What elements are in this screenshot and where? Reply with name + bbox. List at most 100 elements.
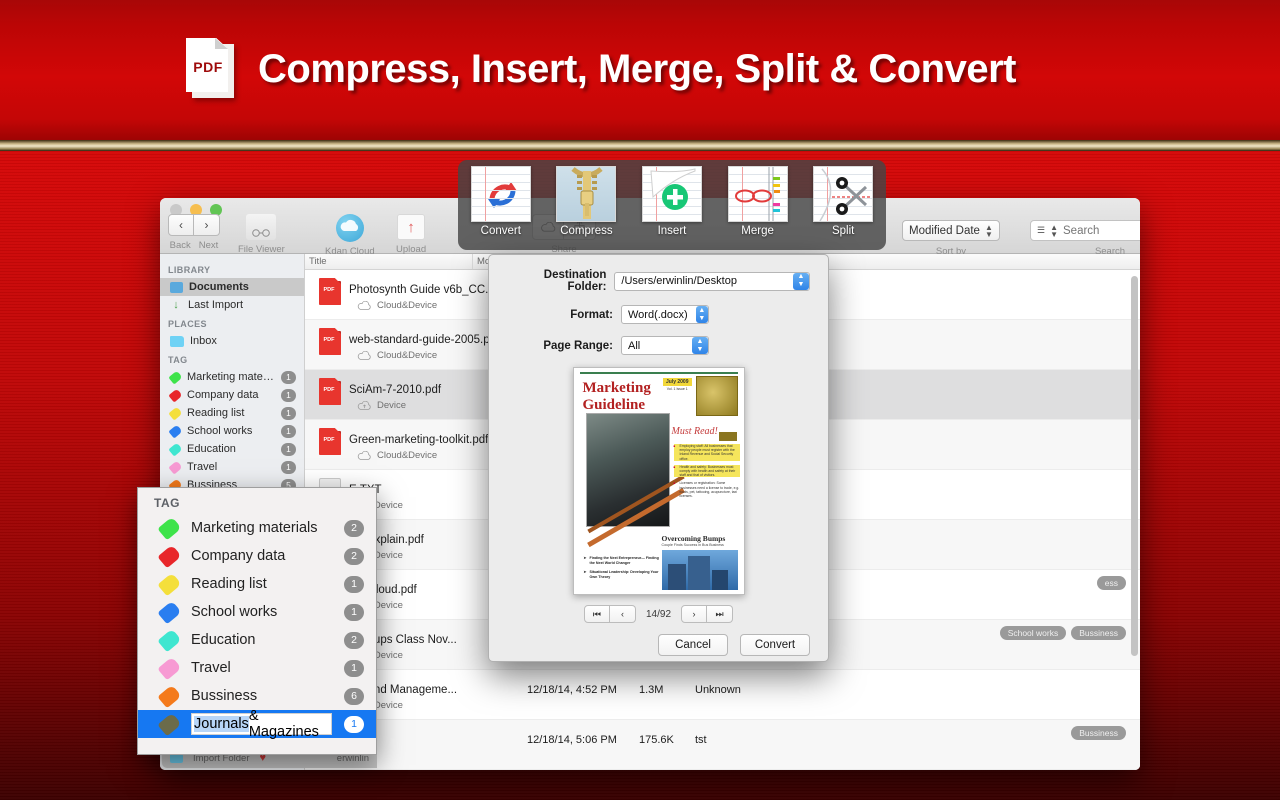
file-size: 1.3M <box>639 684 664 696</box>
preview-date-line1: July 2009 <box>662 378 692 386</box>
tag-count-badge: 1 <box>281 424 296 438</box>
sidebar-item-documents[interactable]: Documents <box>160 278 304 296</box>
action-compress[interactable]: Compress <box>550 166 622 237</box>
sidebar-item-label: Travel <box>187 461 218 473</box>
table-row[interactable]: PDF .pdf 12/18/14, 5:06 PM 175.6K tst Bu… <box>305 720 1140 770</box>
tag-count-badge: 2 <box>344 631 364 649</box>
sidebar-item-last-import[interactable]: ↓ Last Import <box>160 296 304 314</box>
chain-link-icon <box>734 167 780 221</box>
table-row[interactable]: PDF hip and Manageme... 12/18/14, 4:52 P… <box>305 670 1140 720</box>
storage-label: Cloud&Device <box>377 300 438 311</box>
upload-group[interactable]: ↑ Upload <box>396 214 426 255</box>
tag-popup-item-company-data[interactable]: Company data 2 <box>138 542 376 570</box>
page-range-row: Page Range: All ▲ ▼ <box>507 336 810 355</box>
preview-arrow-text: Situational Leadership: Developing Your … <box>589 570 659 579</box>
search-input[interactable] <box>1063 224 1140 237</box>
plus-circle-icon <box>661 184 688 210</box>
sort-by-value: Modified Date <box>909 224 980 237</box>
sort-by-group[interactable]: Modified Date ▲ ▼ Sort by <box>902 220 1000 257</box>
tag-icon <box>157 712 182 736</box>
vertical-scrollbar[interactable] <box>1131 272 1138 742</box>
tag-icon <box>168 388 183 402</box>
format-value: Word(.docx) <box>628 308 688 321</box>
tag-count-badge: 1 <box>281 442 296 456</box>
first-page-icon[interactable]: ⏮ <box>583 605 610 623</box>
action-convert[interactable]: Convert <box>465 166 537 237</box>
tag-popup-item-travel[interactable]: Travel 1 <box>138 654 376 682</box>
file-storage: Cloud&Device <box>357 450 437 461</box>
forward-button[interactable]: › <box>194 214 220 236</box>
cancel-button[interactable]: Cancel <box>658 634 728 656</box>
preview-title: Marketing Guideline <box>583 380 651 414</box>
device-icon <box>357 400 371 410</box>
sidebar-item-inbox[interactable]: Inbox <box>160 332 304 350</box>
destination-folder-label: Destination Folder: <box>543 269 607 293</box>
destination-folder-select[interactable]: /Users/erwinlin/Desktop ▲ ▼ <box>614 271 810 291</box>
sidebar-item-company-data[interactable]: Company data 1 <box>160 386 304 404</box>
convert-dialog: Destination Folder: /Users/erwinlin/Desk… <box>488 254 829 662</box>
search-group[interactable]: ☰ ▲ ▼ Search <box>1030 220 1140 257</box>
tag-popup-item-reading-list[interactable]: Reading list 1 <box>138 570 376 598</box>
pager-next-group[interactable]: › ⏭ <box>681 605 734 623</box>
cloud-icon <box>357 300 371 310</box>
sidebar-item-label: Company data <box>187 389 259 401</box>
tag-popup-item-education[interactable]: Education 2 <box>138 626 376 654</box>
tag-rename-input[interactable]: Journals & Magazines <box>191 708 332 740</box>
sidebar-section-tag: TAG <box>168 355 188 365</box>
pdf-page-preview[interactable]: Marketing Guideline July 2009 Vol. 1 Iss… <box>572 367 745 595</box>
chevron-updown-icon: ▲ ▼ <box>793 272 809 290</box>
sidebar-item-reading-list[interactable]: Reading list 1 <box>160 404 304 422</box>
tag-pill: Bussiness <box>1071 626 1126 640</box>
page-range-select[interactable]: All ▲ ▼ <box>621 336 709 355</box>
back-button[interactable]: ‹ <box>168 214 194 236</box>
tag-icon <box>168 460 183 474</box>
action-split[interactable]: Split <box>807 166 879 237</box>
column-title[interactable]: Title <box>305 254 473 269</box>
tag-label: Bussiness <box>191 688 258 704</box>
action-insert[interactable]: Insert <box>636 166 708 237</box>
storage-label: Cloud&Device <box>377 450 438 461</box>
pdf-badge-label: PDF <box>193 59 223 75</box>
tag-popup-item-editing[interactable]: Journals & Magazines 1 <box>138 708 376 740</box>
sidebar-section-library: LIBRARY <box>168 265 211 275</box>
preview-section-sub: Couple Finds Success in Bus Business <box>661 543 724 547</box>
convert-button[interactable]: Convert <box>740 634 810 656</box>
scrollbar-thumb[interactable] <box>1131 276 1138 656</box>
last-page-icon[interactable]: ⏭ <box>707 605 734 623</box>
pager-prev-group[interactable]: ⏮ ‹ <box>583 605 636 623</box>
sidebar-item-label: School works <box>187 425 253 437</box>
search-input-wrapper[interactable]: ☰ ▲ ▼ <box>1030 220 1140 241</box>
tag-count-badge: 1 <box>281 370 296 384</box>
sort-by-dropdown[interactable]: Modified Date ▲ ▼ <box>902 220 1000 241</box>
file-size: 175.6K <box>639 734 674 746</box>
search-scope-icon[interactable]: ☰ <box>1037 225 1045 236</box>
merge-thumbnail <box>727 166 788 222</box>
sidebar-item-marketing-materials[interactable]: Marketing materials 1 <box>160 368 304 386</box>
tag-icon <box>157 544 182 568</box>
preview-bullet: Licenses or registration: Some businesse… <box>674 481 740 498</box>
tag-icon <box>157 572 182 596</box>
page-range-label: Page Range: <box>543 339 613 352</box>
format-select[interactable]: Word(.docx) ▲ ▼ <box>621 305 709 324</box>
tag-pill: School works <box>999 626 1067 640</box>
preview-arrow-item: ➤ Situational Leadership: Developing You… <box>584 570 662 579</box>
tag-popup-item-bussiness[interactable]: Bussiness 6 <box>138 682 376 710</box>
next-page-icon[interactable]: › <box>681 605 708 623</box>
tag-popup-item-school-works[interactable]: School works 1 <box>138 598 376 626</box>
sidebar-item-travel[interactable]: Travel 1 <box>160 458 304 476</box>
preview-issue-date: July 2009 Vol. 1 Issue 1 <box>662 378 692 391</box>
preview-section-heading: Overcoming Bumps <box>661 534 726 543</box>
preview-photo <box>585 413 685 548</box>
file-kind: Unknown <box>695 684 741 696</box>
action-merge[interactable]: Merge <box>722 166 794 237</box>
sidebar-item-education[interactable]: Education 1 <box>160 440 304 458</box>
kdan-cloud-group[interactable]: Kdan Cloud <box>325 214 375 257</box>
prev-page-icon[interactable]: ‹ <box>609 605 636 623</box>
tag-popup-item-marketing-materials[interactable]: Marketing materials 2 <box>138 514 376 542</box>
sidebar-item-school-works[interactable]: School works 1 <box>160 422 304 440</box>
tag-label: Reading list <box>191 576 267 592</box>
split-thumbnail <box>813 166 874 222</box>
file-viewer-group[interactable]: File Viewer <box>238 214 285 255</box>
action-label: Compress <box>560 225 613 237</box>
preview-bullet-column: Employing staff: All businesses that emp… <box>673 444 740 502</box>
